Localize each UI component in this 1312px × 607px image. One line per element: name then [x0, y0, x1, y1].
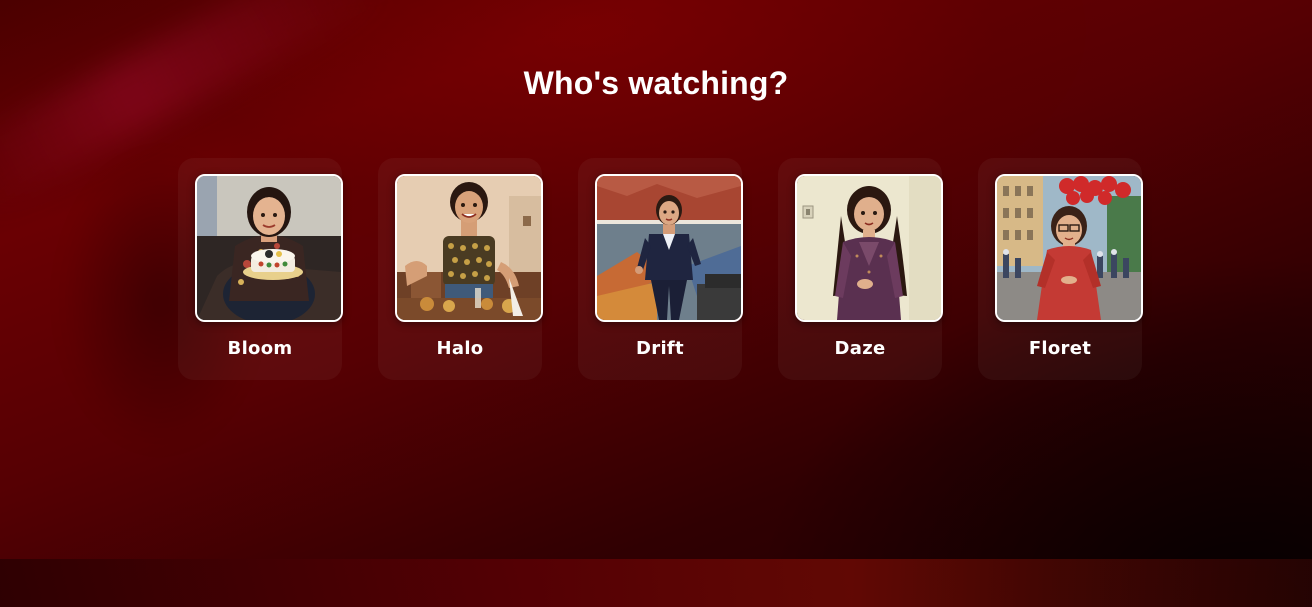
profile-card-daze[interactable]: Daze	[778, 158, 943, 380]
profile-card-floret[interactable]: Floret	[978, 158, 1143, 380]
profile-avatar-floret[interactable]	[995, 174, 1143, 322]
profile-name-daze[interactable]: Daze	[778, 338, 942, 359]
profile-avatar-halo[interactable]	[395, 174, 543, 322]
page-title: Who's watching?	[523, 65, 789, 101]
profile-list: Bloom Halo Drift Daze Floret	[178, 158, 1143, 380]
profile-name-drift[interactable]: Drift	[578, 338, 742, 359]
profile-card-halo[interactable]: Halo	[378, 158, 543, 380]
woman-in-patterned-top-avatar	[397, 176, 541, 320]
profile-name-floret[interactable]: Floret	[978, 338, 1142, 359]
woman-in-purple-dress-avatar	[797, 176, 941, 320]
profile-avatar-daze[interactable]	[795, 174, 943, 322]
profile-avatar-drift[interactable]	[595, 174, 743, 322]
profile-name-bloom[interactable]: Bloom	[178, 338, 342, 359]
profile-card-drift[interactable]: Drift	[578, 158, 743, 380]
woman-in-suit-avatar	[597, 176, 741, 320]
woman-with-balloons-avatar	[997, 176, 1141, 320]
bottom-band	[0, 559, 1312, 607]
profile-card-bloom[interactable]: Bloom	[178, 158, 343, 380]
woman-with-cake-avatar	[197, 176, 341, 320]
profile-avatar-bloom[interactable]	[195, 174, 343, 322]
profile-name-halo[interactable]: Halo	[378, 338, 542, 359]
